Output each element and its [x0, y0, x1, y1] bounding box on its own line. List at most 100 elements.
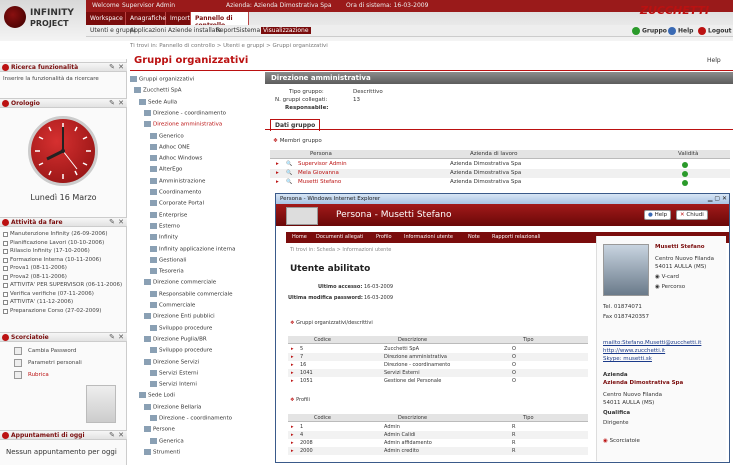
close-icon[interactable]: ✕: [118, 333, 124, 341]
tree-node[interactable]: Sviluppo procedure: [150, 347, 212, 354]
tree-node[interactable]: Sviluppo procedure: [150, 324, 212, 331]
search-input[interactable]: Inserire la funzionalità da ricercare: [3, 76, 99, 82]
activity-item[interactable]: ATTIVITA' PER SUPERVISOR (06-11-2006): [10, 282, 122, 288]
pnav-profilo[interactable]: Profilo: [376, 234, 392, 240]
pnav-note[interactable]: Note: [468, 234, 480, 240]
scorciatoie-link[interactable]: ◉ Scorciatoie: [603, 438, 640, 444]
column-header[interactable]: Descrizione: [398, 415, 427, 421]
tree-node[interactable]: Adhoc Windows: [150, 155, 202, 162]
row-arrow-icon[interactable]: ▸: [276, 179, 279, 185]
card-web[interactable]: http://www.zucchetti.it: [603, 348, 665, 354]
logout-link[interactable]: Logout: [698, 27, 732, 35]
tree-node[interactable]: Esterno: [150, 222, 180, 229]
subtab-visualizzazione[interactable]: Visualizzazione: [261, 27, 311, 34]
subtab-aziende-installate[interactable]: Aziende installate: [168, 27, 222, 34]
column-header[interactable]: Tipo: [523, 415, 534, 421]
tree-node[interactable]: Tesoreria: [150, 268, 184, 275]
tree-node[interactable]: Responsabile commerciale: [150, 290, 233, 297]
table-row[interactable]: ▸ 🔍 Musetti Stefano Azienda Dimostrativa Sp…: [270, 178, 730, 187]
subtab-report[interactable]: Report: [216, 27, 236, 34]
checkbox-icon[interactable]: [3, 283, 8, 288]
checkbox-icon[interactable]: [3, 232, 8, 237]
pnav-home[interactable]: Home: [292, 234, 307, 240]
magnify-icon[interactable]: 🔍: [286, 170, 292, 176]
tree-node[interactable]: Zucchetti SpA: [134, 87, 182, 94]
tree-node[interactable]: Strumenti: [144, 448, 180, 455]
close-icon[interactable]: ✕: [118, 218, 124, 226]
window-controls[interactable]: ▁ ▢ ✕: [708, 195, 727, 202]
row-arrow-icon[interactable]: ▸: [291, 432, 294, 438]
shortcut-parametri[interactable]: Parametri personali: [28, 360, 82, 366]
table-row[interactable]: ▸ 16 Direzione - coordinamento O: [288, 361, 588, 369]
column-header[interactable]: Descrizione: [398, 337, 427, 343]
row-arrow-icon[interactable]: ▸: [291, 378, 294, 384]
checkbox-icon[interactable]: [3, 257, 8, 263]
tree-node[interactable]: AlterEgo: [150, 166, 182, 173]
pnav-info-utente[interactable]: Informazioni utente: [404, 234, 453, 240]
card-skype[interactable]: Skype: musetti.sk: [603, 356, 652, 362]
tree-node[interactable]: Direzione amministrativa: [144, 121, 222, 128]
tree-node[interactable]: Direzione Servizi: [144, 358, 199, 365]
activity-item[interactable]: Verifica verifiche (07-11-2006): [10, 291, 94, 297]
percorso-link[interactable]: ◉ Percorso: [655, 284, 685, 290]
tree-node[interactable]: Servizi Esterni: [150, 369, 198, 376]
tree-node[interactable]: Commerciale: [150, 302, 195, 309]
row-arrow-icon[interactable]: ▸: [291, 346, 294, 352]
card-email[interactable]: mailto:Stefano.Musetti@zucchetti.it: [603, 340, 701, 346]
activity-item[interactable]: Prova2 (08-11-2006): [10, 274, 67, 280]
column-header[interactable]: Validità: [678, 151, 698, 157]
table-row[interactable]: ▸ 2008 Admin affidamento R: [288, 439, 588, 447]
activity-item[interactable]: Manutenzione Infinity (26-09-2006): [10, 231, 108, 237]
tree-node[interactable]: Sede Lodi: [139, 392, 175, 399]
checkbox-icon[interactable]: [3, 308, 8, 314]
close-icon[interactable]: ✕: [118, 99, 124, 107]
table-row[interactable]: ▸ 🔍 Supervisor Admin Azienda Dimostrativa S…: [270, 160, 730, 169]
activity-item[interactable]: Formazione Interna (10-11-2006): [10, 257, 101, 263]
checkbox-icon[interactable]: [3, 300, 8, 305]
table-row[interactable]: ▸ 4 Admin Calidi R: [288, 431, 588, 439]
row-arrow-icon[interactable]: ▸: [291, 362, 294, 368]
row-arrow-icon[interactable]: ▸: [291, 448, 294, 454]
tree-node[interactable]: Infinity applicazione interna: [150, 245, 236, 252]
edit-icon[interactable]: ✎: [109, 63, 115, 71]
subtab-applicazioni[interactable]: Applicazioni: [130, 27, 166, 34]
magnify-icon[interactable]: 🔍: [286, 179, 292, 185]
tree-node[interactable]: Gestionali: [150, 256, 186, 263]
activity-item[interactable]: ATTIVITA' (11-12-2006): [10, 299, 73, 305]
column-header[interactable]: Codice: [314, 337, 331, 343]
column-header[interactable]: Tipo: [523, 337, 534, 343]
subtab-utenti-gruppi[interactable]: Utenti e gruppi: [90, 27, 135, 34]
tab-workspace[interactable]: Workspace: [86, 12, 126, 25]
close-icon[interactable]: ✕: [118, 431, 124, 439]
tab-anagrafiche[interactable]: Anagrafiche: [126, 12, 166, 25]
edit-icon[interactable]: ✎: [109, 431, 115, 439]
tree-node[interactable]: Direzione - coordinamento: [144, 109, 226, 116]
row-arrow-icon[interactable]: ▸: [291, 440, 294, 446]
tree-node[interactable]: Gruppi organizzativi: [130, 76, 194, 83]
tree-node[interactable]: Adhoc ONE: [150, 143, 190, 150]
edit-icon[interactable]: ✎: [109, 218, 115, 226]
row-arrow-icon[interactable]: ▸: [291, 424, 294, 430]
table-row[interactable]: ▸ 5 Zucchetti SpA O: [288, 345, 588, 353]
checkbox-icon[interactable]: [3, 291, 8, 297]
table-row[interactable]: ▸ 1051 Gestione del Personale O: [288, 377, 588, 385]
tree-node[interactable]: Direzione commerciale: [144, 279, 216, 286]
vcard-link[interactable]: ◉ V-card: [655, 274, 679, 280]
column-header[interactable]: Codice: [314, 415, 331, 421]
table-row[interactable]: ▸ 2000 Admin credito R: [288, 447, 588, 455]
checkbox-icon[interactable]: [3, 240, 8, 246]
row-arrow-icon[interactable]: ▸: [291, 354, 294, 360]
activity-item[interactable]: Pianificazione Lavori (10-10-2006): [10, 240, 104, 246]
activity-item[interactable]: Prova1 (08-11-2006): [10, 265, 67, 271]
table-row[interactable]: ▸ 1041 Servizi Esterni O: [288, 369, 588, 377]
tree-node[interactable]: Direzione - coordinamento: [150, 415, 232, 422]
tree-node[interactable]: Coordinamento: [150, 189, 201, 196]
edit-icon[interactable]: ✎: [109, 333, 115, 341]
tree-node[interactable]: Direzione Enti pubblici: [144, 313, 215, 320]
row-arrow-icon[interactable]: ▸: [276, 161, 279, 167]
tree-node[interactable]: Direzione Puglia/BR: [144, 335, 207, 342]
tree-node[interactable]: Servizi Interni: [150, 381, 197, 388]
tree-node[interactable]: Enterprise: [150, 211, 187, 218]
help-button[interactable]: Help: [707, 57, 721, 64]
tree-node[interactable]: Sede Aulla: [139, 98, 177, 105]
